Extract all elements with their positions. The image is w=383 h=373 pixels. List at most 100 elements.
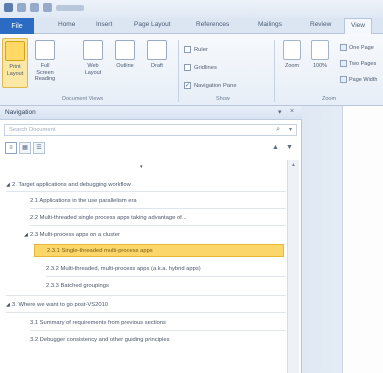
heading-text: 2.1 Applications in the use parallelism … [30,197,137,204]
chevron-down-icon[interactable]: ▾ [289,126,292,133]
browse-pages-icon[interactable]: ▦ [19,142,31,154]
heading-item[interactable]: 3.1 Summary of requirements from previou… [30,316,286,329]
heading-text: 2. Target applications and debugging wor… [12,181,131,188]
pane-options-icon[interactable]: ▾ [278,108,282,116]
web-layout-label: Web Layout [84,63,102,76]
tab-file[interactable]: File [0,18,34,34]
draft-label: Draft [151,63,163,69]
ribbon-view: Print Layout Full Screen Reading Web Lay… [0,34,383,106]
ruler-label: Ruler [194,46,208,53]
navigation-pane-checkbox[interactable]: ✓ Navigation Pane [184,82,237,89]
gridlines-label: Gridlines [194,64,217,71]
heading-item[interactable]: 2.1 Applications in the use parallelism … [30,194,286,207]
tab-mailings[interactable]: Mailings [258,21,282,28]
row-divider [30,208,286,209]
redo-icon[interactable] [43,3,52,12]
full-screen-reading-label: Full Screen Reading [34,63,56,82]
heading-text: 2.3 Multi-process apps on a cluster [30,231,120,238]
full-screen-reading-icon [35,40,55,60]
ruler-checkbox-box [184,46,191,53]
search-icon[interactable]: ⌕ [276,126,280,134]
zoom-button[interactable]: Zoom [280,40,304,69]
row-divider [30,225,286,226]
print-layout-button[interactable]: Print Layout [2,38,28,88]
browse-results-icon[interactable]: ☰ [33,142,45,154]
ruler-checkbox[interactable]: Ruler [184,46,208,53]
checkmark-icon: ✓ [184,82,191,89]
word-app-icon [4,3,13,12]
gridlines-checkbox[interactable]: Gridlines [184,64,217,71]
document-area[interactable] [302,106,383,373]
heading-item[interactable]: ◢ 2.3 Multi-process apps on a cluster [24,228,286,241]
print-layout-icon [5,41,25,61]
web-layout-button[interactable]: Web Layout [80,40,106,76]
navigation-pane: Navigation ▾ × Search Document ⌕ ▾ ≡ ▦ ☰… [0,106,302,373]
browse-headings-icon[interactable]: ≡ [5,142,17,154]
navigation-pane-label: Navigation Pane [194,82,237,89]
outline-label: Outline [116,63,134,69]
tab-references[interactable]: References [196,21,229,28]
tab-page-layout[interactable]: Page Layout [134,21,171,28]
group-label-zoom: Zoom [322,96,337,102]
row-divider [30,330,286,331]
heading-text: 3.1 Summary of requirements from previou… [30,319,166,326]
heading-text: 3.2 Debugger consistency and other guidi… [30,336,170,343]
heading-text: 2.3.3 Batched groupings [46,282,109,289]
page-width-icon [340,76,347,83]
navigation-pane-title: Navigation [5,109,36,116]
quick-access-toolbar [4,3,84,12]
full-screen-reading-button[interactable]: Full Screen Reading [32,40,58,83]
heading-item[interactable]: 3.2 Debugger consistency and other guidi… [30,333,286,346]
heading-item[interactable]: 2.3.3 Batched groupings [46,279,286,292]
heading-item-selected[interactable]: 2.3.1 Single-threaded multi-process apps [34,244,284,257]
search-document-field[interactable]: Search Document ⌕ ▾ [4,124,297,136]
ribbon-tab-bar: File Home Insert Page Layout References … [0,18,383,34]
heading-text: 2.3.1 Single-threaded multi-process apps [47,247,153,254]
heading-item[interactable]: 2.3.2 Multi-threaded, multi-process apps… [46,262,286,275]
row-divider [6,295,286,296]
one-page-button[interactable]: One Page [340,44,374,51]
scroll-up-icon[interactable]: ▲ [290,162,297,169]
navigation-view-tabs: ≡ ▦ ☰ [5,142,45,154]
one-page-icon [340,44,347,51]
row-divider [46,276,286,277]
two-pages-icon [340,60,347,67]
group-label-document-views: Document Views [62,96,104,102]
draft-button[interactable]: Draft [144,40,170,70]
heading-item[interactable]: ◢ 3. Where we want to go post-VS2010 [6,298,286,311]
heading-text: 2.2 Multi-threaded single process apps t… [30,214,187,221]
customize-toolbar-icon[interactable] [56,4,84,11]
undo-icon[interactable] [30,3,39,12]
previous-heading-icon[interactable]: ▲ [272,144,279,151]
draft-icon [147,40,167,60]
row-divider [6,191,286,192]
save-icon[interactable] [17,3,26,12]
two-pages-button[interactable]: Two Pages [340,60,376,67]
outline-icon [115,40,135,60]
next-heading-icon[interactable]: ▼ [286,144,293,151]
print-layout-label: Print Layout [6,64,24,77]
collapse-all-icon[interactable]: ▾ [140,160,146,173]
heading-text: 2.3.2 Multi-threaded, multi-process apps… [46,265,201,272]
page-width-button[interactable]: Page Width [340,76,377,83]
zoom-magnifier-icon [283,40,301,60]
heading-item[interactable]: 2.2 Multi-threaded single process apps t… [30,211,286,224]
navigation-scrollbar[interactable]: ▲ [287,160,299,373]
web-layout-icon [83,40,103,60]
search-placeholder: Search Document [9,127,56,133]
zoom-100-label: 100% [312,63,328,69]
tab-view[interactable]: View [344,18,372,34]
group-label-show: Show [216,96,230,102]
tab-review[interactable]: Review [310,21,331,28]
gridlines-checkbox-box [184,64,191,71]
zoom-label: Zoom [284,63,300,69]
heading-item[interactable]: ◢ 2. Target applications and debugging w… [6,178,286,191]
close-icon[interactable]: × [290,108,294,115]
tab-insert[interactable]: Insert [96,21,112,28]
document-page[interactable] [342,106,383,373]
outline-button[interactable]: Outline [112,40,138,70]
tab-home[interactable]: Home [58,21,75,28]
heading-text: 3. Where we want to go post-VS2010 [12,301,109,308]
navigation-pane-header: Navigation ▾ × [0,106,302,120]
zoom-100-button[interactable]: 100% [308,40,332,69]
